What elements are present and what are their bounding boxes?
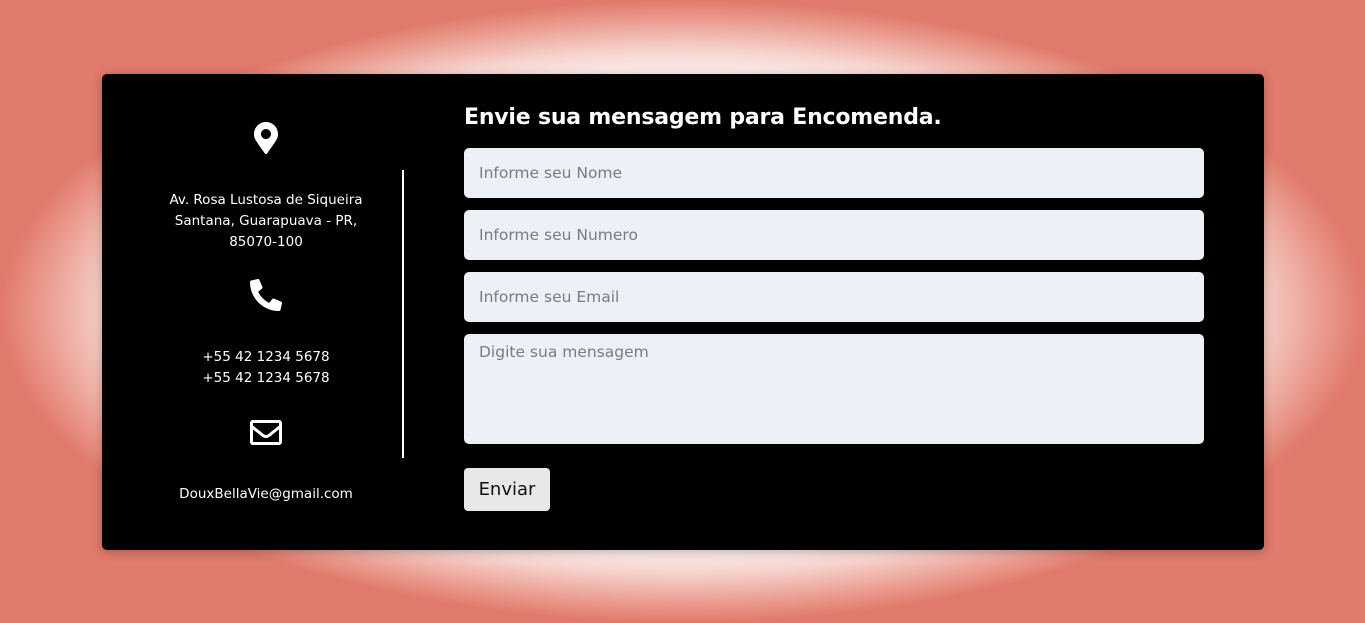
message-textarea[interactable] bbox=[464, 334, 1204, 444]
address-text: Av. Rosa Lustosa de Siqueira Santana, Gu… bbox=[102, 190, 430, 253]
form-title: Envie sua mensagem para Encomenda. bbox=[464, 105, 942, 130]
address-line: 85070-100 bbox=[229, 234, 303, 250]
envelope-icon bbox=[250, 420, 282, 445]
phone-icon bbox=[250, 279, 282, 311]
contact-card: Av. Rosa Lustosa de Siqueira Santana, Gu… bbox=[102, 74, 1264, 550]
phone-text: +55 42 1234 5678 +55 42 1234 5678 bbox=[102, 347, 430, 389]
number-input[interactable] bbox=[464, 210, 1204, 260]
email-input[interactable] bbox=[464, 272, 1204, 322]
location-pin-icon bbox=[254, 122, 278, 154]
name-input[interactable] bbox=[464, 148, 1204, 198]
phone-number: +55 42 1234 5678 bbox=[202, 349, 330, 365]
contact-info-panel: Av. Rosa Lustosa de Siqueira Santana, Gu… bbox=[102, 74, 430, 550]
send-button[interactable]: Enviar bbox=[464, 468, 550, 511]
email-text: DouxBellaVie@gmail.com bbox=[179, 486, 353, 502]
vertical-divider bbox=[402, 170, 404, 458]
address-line: Santana, Guarapuava - PR, bbox=[174, 213, 358, 229]
address-line: Av. Rosa Lustosa de Siqueira bbox=[169, 192, 363, 208]
phone-number: +55 42 1234 5678 bbox=[202, 370, 330, 386]
